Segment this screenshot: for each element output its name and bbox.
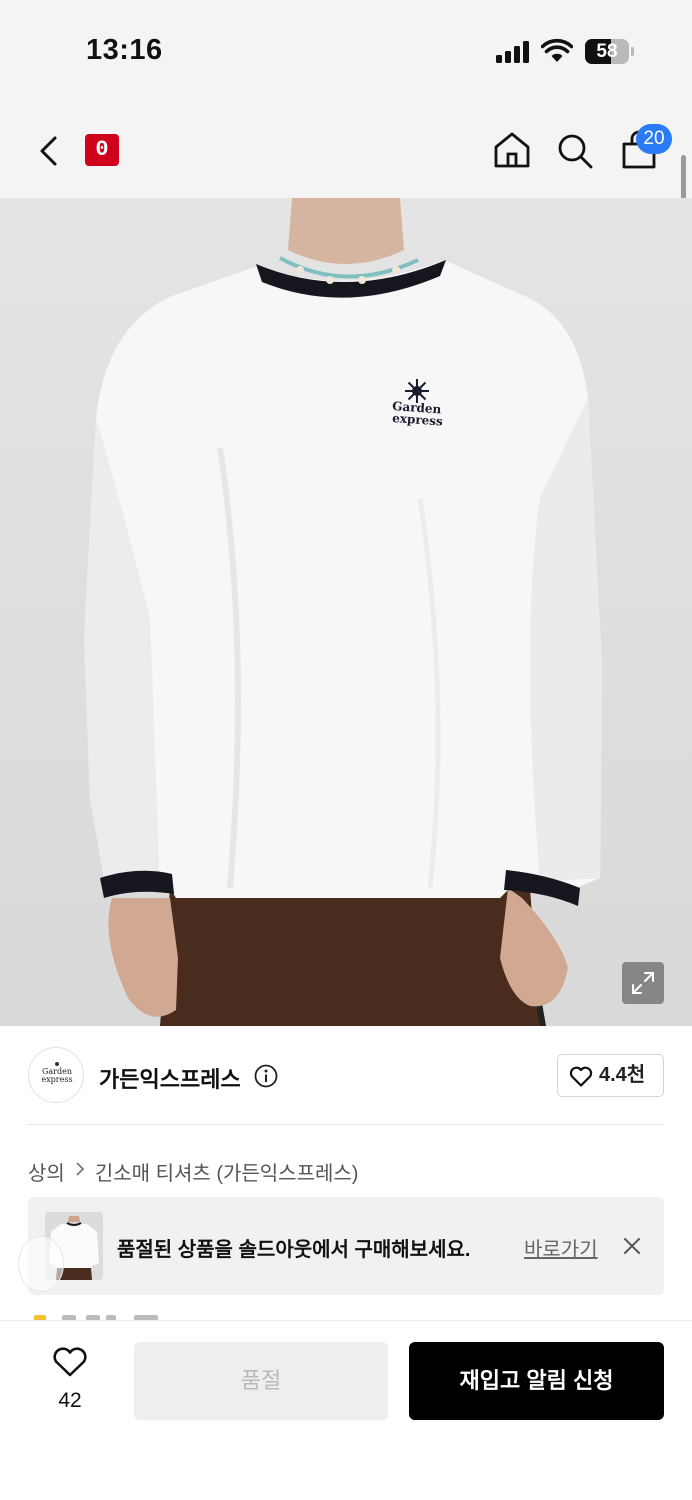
home-icon[interactable] [492,130,532,170]
brand-name[interactable]: 가든익스프레스 [99,1062,241,1094]
wishlist-button[interactable]: 42 [40,1343,100,1415]
heart-outline-icon [569,1066,593,1087]
product-photo: Garden express [84,198,602,1026]
breadcrumb-subcategory[interactable]: 긴소매 티셔츠 (가든익스프레스) [95,1157,359,1186]
status-time: 13:16 [86,34,163,66]
close-icon[interactable] [621,1235,643,1257]
battery-icon: 58 [585,39,635,64]
heart-outline-icon [53,1347,87,1377]
wishlist-count: 42 [58,1389,82,1412]
brand-avatar-sun-icon [55,1062,59,1066]
info-icon[interactable] [254,1064,278,1088]
expand-icon[interactable] [622,962,664,1004]
restock-alert-button[interactable]: 재입고 알림 신청 [409,1342,664,1420]
brand-avatar-line2: express [41,1075,73,1084]
breadcrumb-category[interactable]: 상의 [28,1157,65,1186]
logo-text: 0 [95,137,109,162]
brand-like-count: 4.4천 [599,1064,646,1086]
soldout-button: 품절 [134,1342,388,1420]
soldout-message: 품절된 상품을 솔드아웃에서 구매해보세요. [117,1239,471,1261]
top-navigation: 0 [0,100,692,198]
soldout-shortcut-link[interactable]: 바로가기 [524,1233,598,1262]
brand-avatar[interactable]: Garden express [28,1047,84,1103]
product-image[interactable]: Garden express [0,198,692,1026]
soldout-banner: 품절된 상품을 솔드아웃에서 구매해보세요. 바로가기 [28,1197,664,1295]
wifi-icon [541,38,573,62]
chevron-left-icon[interactable] [34,134,66,168]
bottom-action-bar: 42 품절 재입고 알림 신청 [0,1320,692,1500]
chevron-right-icon [75,1160,85,1183]
search-icon[interactable] [556,132,594,170]
status-bar: 13:16 58 [0,0,692,100]
battery-level: 58 [596,41,618,62]
cart-count-badge: 20 [636,124,672,154]
floating-scroll-button[interactable] [18,1236,64,1292]
breadcrumb: 상의 긴소매 티셔츠 (가든익스프레스) [28,1157,358,1185]
divider [28,1124,664,1125]
brand-like-button[interactable]: 4.4천 [557,1054,664,1097]
musinsa-logo-button[interactable]: 0 [85,134,119,166]
cellular-signal-icon [496,41,532,63]
